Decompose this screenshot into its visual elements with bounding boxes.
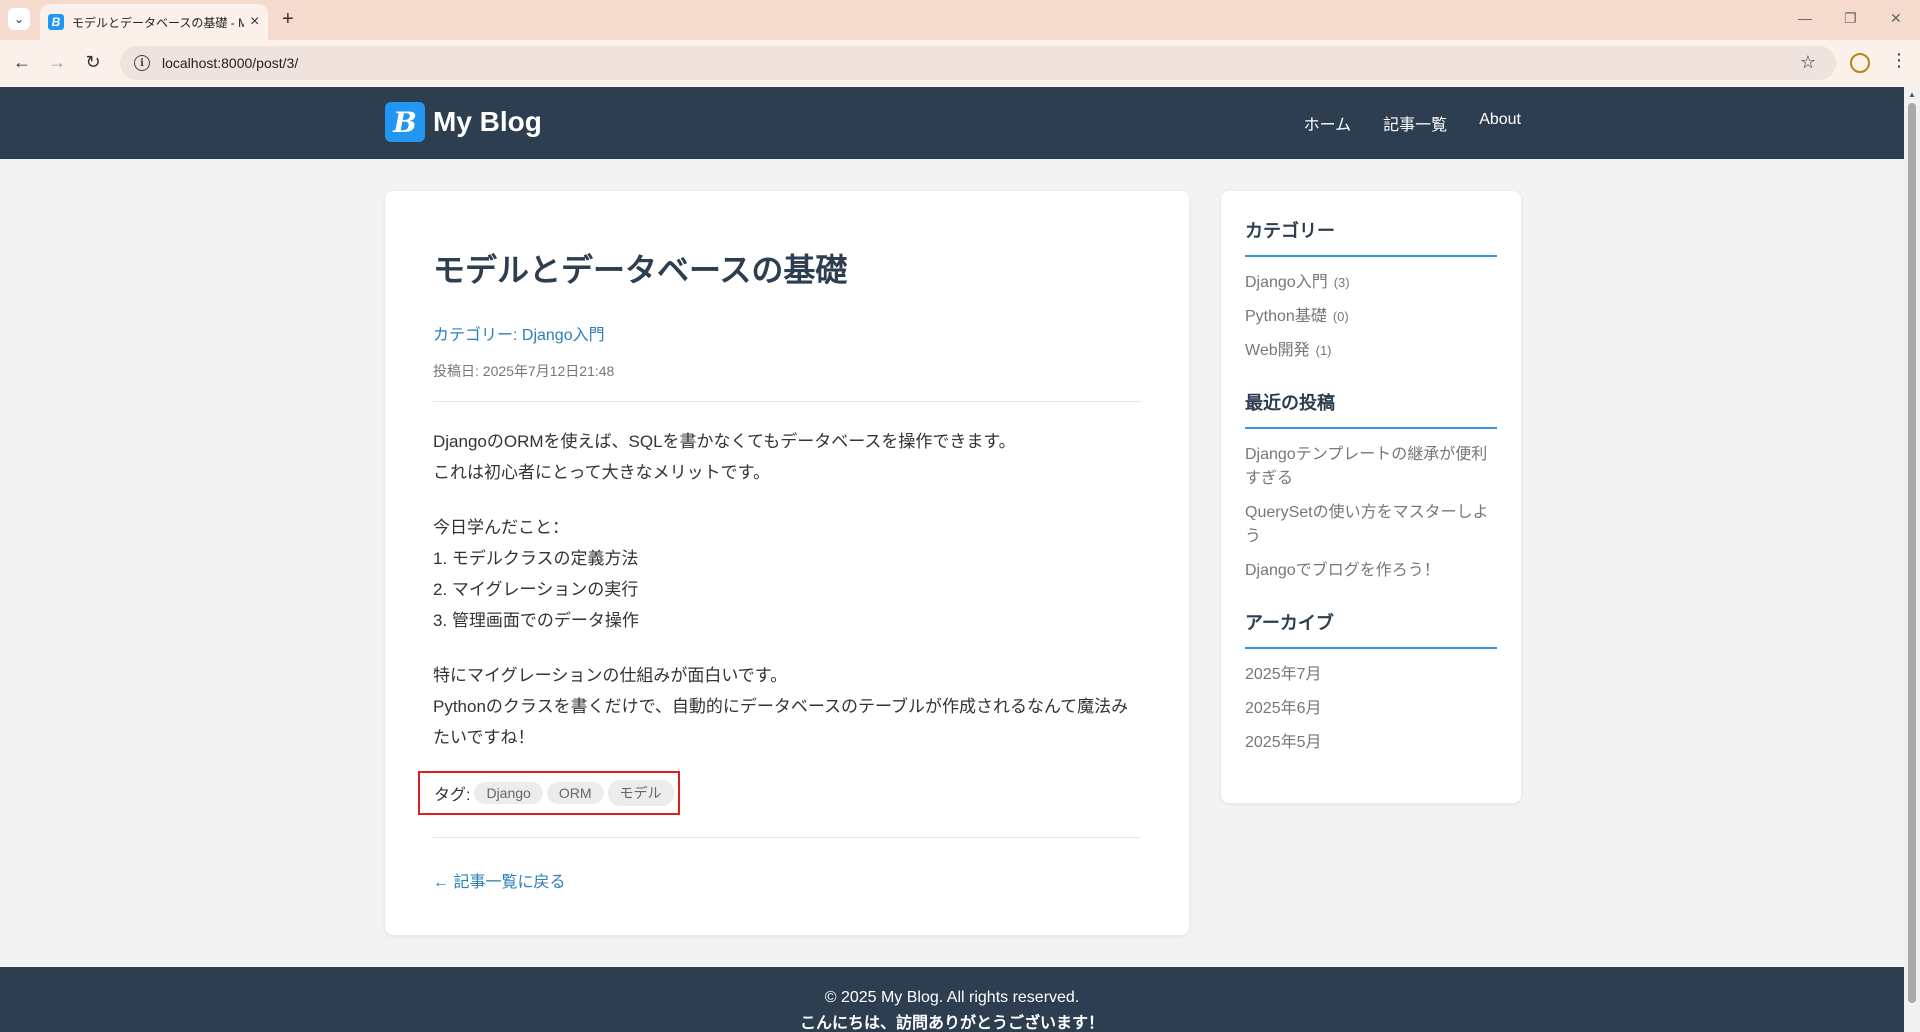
restore-icon[interactable]: ❐: [1844, 10, 1857, 27]
tag-model[interactable]: モデル: [607, 780, 674, 806]
recent-post-link[interactable]: QuerySetの使い方をマスターしよう: [1245, 501, 1497, 549]
post-paragraph: 特にマイグレーションの仕組みが面白いです。 Pythonのクラスを書くだけで、自…: [433, 660, 1141, 753]
category-name: Django入門: [1245, 274, 1328, 291]
post-line: 今日学んだこと：: [433, 518, 569, 537]
site-header: B My Blog ホーム 記事一覧 About: [0, 87, 1904, 159]
category-item[interactable]: Web開発 (1): [1245, 339, 1497, 363]
archive-link[interactable]: 2025年6月: [1245, 697, 1497, 721]
post-line: 2. マイグレーションの実行: [433, 580, 639, 599]
main-nav: ホーム 記事一覧 About: [1304, 111, 1521, 135]
new-tab-icon[interactable]: +: [282, 8, 294, 31]
archive-link[interactable]: 2025年7月: [1245, 663, 1497, 687]
address-bar[interactable]: i localhost:8000/post/3/ ☆: [120, 46, 1836, 80]
divider: [433, 401, 1141, 402]
logo-badge-icon: B: [385, 102, 425, 142]
sidebar-heading: カテゴリー: [1245, 217, 1497, 257]
post-line: 1. モデルクラスの定義方法: [433, 549, 639, 568]
tag-django[interactable]: Django: [474, 782, 543, 804]
site-footer: © 2025 My Blog. All rights reserved. こんに…: [0, 967, 1904, 1032]
category-item[interactable]: Django入門 (3): [1245, 271, 1497, 295]
nav-home[interactable]: ホーム: [1304, 111, 1352, 135]
tags-label: タグ:: [434, 787, 471, 804]
url-text: localhost:8000/post/3/: [162, 55, 299, 71]
browser-tab[interactable]: B モデルとデータベースの基礎 - My Bl ×: [40, 4, 268, 40]
browser-toolbar: ← → ↻ i localhost:8000/post/3/ ☆ ⋮: [0, 40, 1920, 87]
tab-close-icon[interactable]: ×: [250, 13, 259, 31]
minimize-icon[interactable]: —: [1798, 10, 1812, 26]
tab-title: モデルとデータベースの基礎 - My Bl: [72, 15, 244, 30]
scrollbar-thumb[interactable]: [1908, 103, 1916, 1003]
nav-about[interactable]: About: [1479, 111, 1521, 135]
bookmark-star-icon[interactable]: ☆: [1800, 52, 1816, 73]
browser-menu-icon[interactable]: ⋮: [1890, 50, 1908, 71]
post-line: DjangoのORMを使えば、SQLを書かなくてもデータベースを操作できます。: [433, 432, 1016, 451]
footer-copyright: © 2025 My Blog. All rights reserved.: [824, 989, 1080, 1006]
site-logo[interactable]: B My Blog: [385, 102, 542, 142]
post-paragraph: 今日学んだこと： 1. モデルクラスの定義方法 2. マイグレーションの実行 3…: [433, 512, 1141, 636]
category-count: (1): [1315, 343, 1332, 358]
back-to-list-link[interactable]: ← 記事一覧に戻る: [433, 868, 1141, 892]
category-count: (0): [1332, 309, 1349, 324]
post-paragraph: DjangoのORMを使えば、SQLを書かなくてもデータベースを操作できます。 …: [433, 426, 1141, 488]
archive-link[interactable]: 2025年5月: [1245, 731, 1497, 755]
sidebar-heading: 最近の投稿: [1245, 389, 1497, 429]
site-name: My Blog: [433, 106, 542, 137]
category-count: (3): [1333, 275, 1350, 290]
post-title: モデルとデータベースの基礎: [433, 252, 848, 288]
tab-search-dropdown-icon[interactable]: ⌄: [8, 8, 30, 30]
category-name: Python基礎: [1245, 308, 1327, 325]
page-scrollbar[interactable]: ▲: [1904, 87, 1920, 1032]
site-info-icon[interactable]: i: [134, 55, 150, 71]
tag-orm[interactable]: ORM: [546, 782, 604, 804]
back-arrow-icon[interactable]: ←: [10, 52, 34, 73]
profile-icon[interactable]: [1850, 53, 1870, 73]
post-article: モデルとデータベースの基礎 カテゴリー: Django入門 投稿日: 2025年…: [385, 191, 1189, 935]
divider: [433, 837, 1141, 838]
window-close-icon[interactable]: ✕: [1890, 10, 1902, 27]
post-line: Pythonのクラスを書くだけで、自動的にデータベースのテーブルが作成されるなん…: [433, 697, 1129, 747]
post-tags: タグ: Django ORM モデル: [418, 771, 680, 815]
sidebar: カテゴリー Django入門 (3) Python基礎 (0) Web開発 (1) 最…: [1221, 191, 1521, 803]
category-name: Web開発: [1245, 342, 1310, 359]
reload-icon[interactable]: ↻: [81, 52, 105, 73]
tab-favicon-icon: B: [48, 14, 64, 30]
post-line: 特にマイグレーションの仕組みが面白いです。: [433, 666, 788, 685]
forward-arrow-icon[interactable]: →: [45, 52, 69, 73]
footer-message: こんにちは、訪問ありがとうございます！: [799, 1015, 1104, 1032]
scroll-up-icon[interactable]: ▲: [1908, 90, 1916, 99]
post-line: これは初心者にとって大きなメリットです。: [433, 463, 770, 482]
recent-post-link[interactable]: Djangoでブログを作ろう！: [1245, 559, 1497, 583]
sidebar-archive: アーカイブ 2025年7月 2025年6月 2025年5月: [1245, 609, 1497, 755]
recent-post-link[interactable]: Djangoテンプレートの継承が便利すぎる: [1245, 443, 1497, 491]
browser-tab-bar: ⌄ B モデルとデータベースの基礎 - My Bl × + — ❐ ✕: [0, 0, 1920, 40]
sidebar-heading: アーカイブ: [1245, 609, 1497, 649]
sidebar-categories: カテゴリー Django入門 (3) Python基礎 (0) Web開発 (1): [1245, 217, 1497, 363]
post-body: DjangoのORMを使えば、SQLを書かなくてもデータベースを操作できます。 …: [433, 426, 1141, 753]
post-category-link[interactable]: カテゴリー: Django入門: [433, 321, 1141, 345]
sidebar-recent-posts: 最近の投稿 Djangoテンプレートの継承が便利すぎる QuerySetの使い方…: [1245, 389, 1497, 583]
post-date: 投稿日: 2025年7月12日21:48: [433, 363, 615, 379]
category-item[interactable]: Python基礎 (0): [1245, 305, 1497, 329]
nav-post-list[interactable]: 記事一覧: [1383, 111, 1447, 135]
post-line: 3. 管理画面でのデータ操作: [433, 611, 639, 630]
